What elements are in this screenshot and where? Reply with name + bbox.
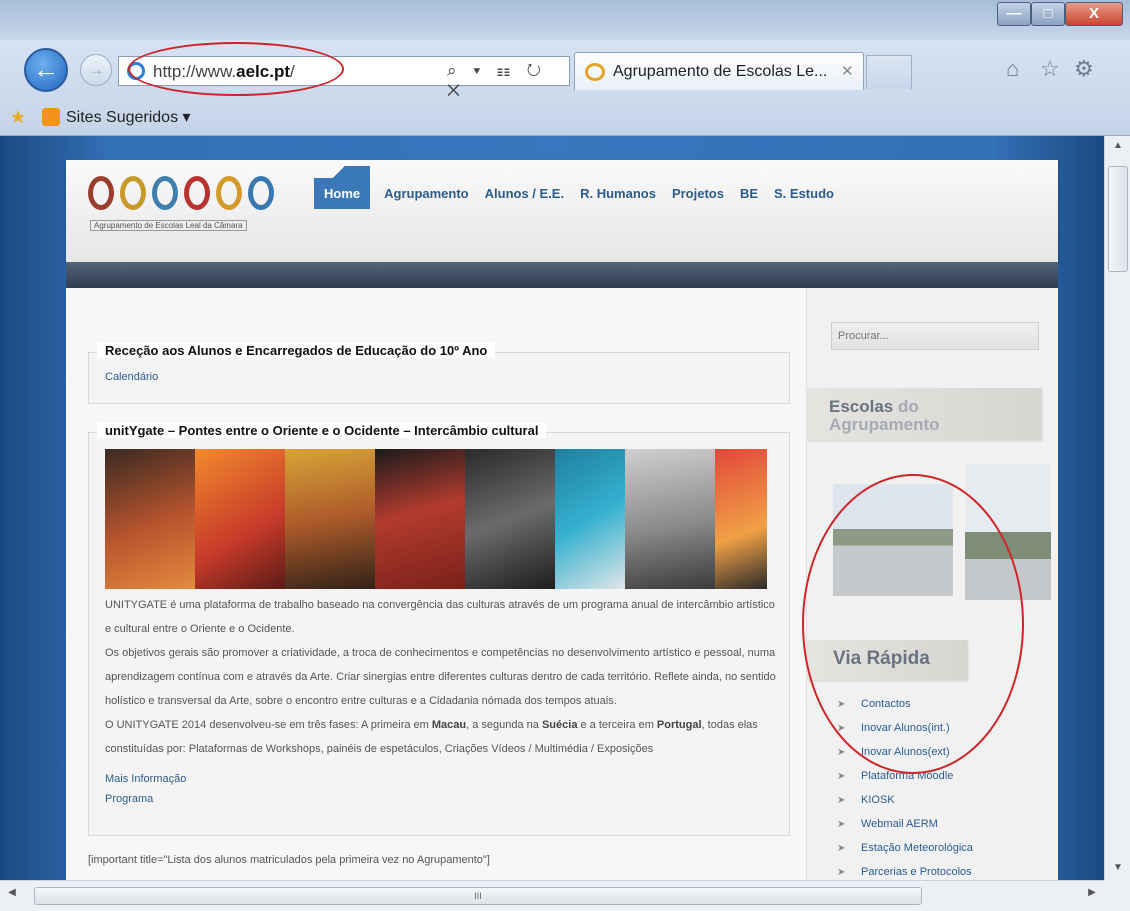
via-rapida-annotation-circle <box>802 474 1024 774</box>
post-rececao: Receção aos Alunos e Encarregados de Edu… <box>88 343 790 404</box>
logo-ring-icon <box>88 176 114 210</box>
maximize-button[interactable]: □ <box>1031 2 1065 26</box>
favorites-bar: ★ Sites Sugeridos ▾ <box>0 98 1130 136</box>
arrow-icon: ➤ <box>837 843 846 854</box>
post-links: Mais Informação Programa <box>105 769 186 809</box>
header-band <box>66 262 1058 288</box>
url-annotation-circle <box>128 42 344 96</box>
arrow-icon: ➤ <box>837 795 846 806</box>
nav-agrupamento[interactable]: Agrupamento <box>384 186 469 201</box>
mais-informacao-link[interactable]: Mais Informação <box>105 769 186 789</box>
post-image <box>105 449 767 589</box>
shortcode-text: [important title="Lista dos alunos matri… <box>88 854 490 866</box>
logo-ring-icon <box>152 176 178 210</box>
back-button[interactable]: ← <box>24 48 68 92</box>
horizontal-scroll-thumb[interactable]: III <box>34 887 922 905</box>
gear-icon[interactable]: ⚙ <box>1074 56 1094 82</box>
vertical-scrollbar[interactable]: ▲ ▼ <box>1104 136 1130 880</box>
vertical-scroll-thumb[interactable] <box>1108 166 1128 272</box>
logo-ring-icon <box>120 176 146 210</box>
post-paragraph: Os objetivos gerais são promover a criat… <box>105 647 776 707</box>
nav-be[interactable]: BE <box>740 186 758 201</box>
post-body: UNITYGATE é uma plataforma de trabalho b… <box>105 593 781 761</box>
quick-link-parcerias[interactable]: ➤ Parcerias e Protocolos <box>837 860 973 880</box>
quick-link-webmail[interactable]: ➤ Webmail AERM <box>837 812 973 836</box>
scroll-right-icon[interactable]: ▶ <box>1080 887 1104 898</box>
suggested-sites-link[interactable]: Sites Sugeridos ▾ <box>66 107 191 127</box>
tab-title: Agrupamento de Escolas Le... <box>613 63 828 80</box>
nav-home[interactable]: Home <box>314 165 371 209</box>
site-header: Agrupamento de Escolas Leal da Câmara Ho… <box>66 160 1058 262</box>
tab-close-icon[interactable]: ✕ <box>841 62 854 80</box>
logo-ring-icon <box>248 176 274 210</box>
home-icon[interactable]: ⌂ <box>1006 56 1019 82</box>
calendario-link[interactable]: Calendário <box>105 371 158 383</box>
scroll-down-icon[interactable]: ▼ <box>1105 858 1130 878</box>
forward-button[interactable]: → <box>80 54 112 86</box>
arrow-icon: ➤ <box>837 867 846 878</box>
close-window-button[interactable]: X <box>1065 2 1123 26</box>
logo-ring-icon <box>216 176 242 210</box>
minimize-button[interactable]: — <box>997 2 1031 26</box>
main-nav: Home Agrupamento Alunos / E.E. R. Humano… <box>314 165 850 209</box>
nav-projetos[interactable]: Projetos <box>672 186 724 201</box>
programa-link[interactable]: Programa <box>105 789 186 809</box>
favorites-star-icon[interactable]: ☆ <box>1040 56 1060 82</box>
search-input[interactable] <box>831 322 1039 350</box>
add-favorite-icon[interactable]: ★ <box>10 107 26 128</box>
post-paragraph: O UNITYGATE 2014 desenvolveu-se em três … <box>105 719 758 755</box>
post-title[interactable]: unitYgate – Pontes entre o Oriente e o O… <box>97 423 547 438</box>
ie-tab-icon <box>585 63 605 81</box>
suggested-sites-icon <box>42 108 60 126</box>
horizontal-scrollbar[interactable]: ◀ III ▶ <box>0 880 1104 911</box>
new-tab-button[interactable] <box>866 55 912 89</box>
address-bar-icons[interactable]: ⌕ ▾ ☷ ↻ ✕ <box>447 61 569 101</box>
quick-link-kiosk[interactable]: ➤ KIOSK <box>837 788 973 812</box>
scroll-left-icon[interactable]: ◀ <box>0 887 24 898</box>
arrow-icon: ➤ <box>837 771 846 782</box>
arrow-icon: ➤ <box>837 819 846 830</box>
post-unitygate: unitYgate – Pontes entre o Oriente e o O… <box>88 423 790 836</box>
post-paragraph: UNITYGATE é uma plataforma de trabalho b… <box>105 599 775 635</box>
nav-sala-estudo[interactable]: S. Estudo <box>774 186 834 201</box>
browser-chrome: — □ X ← → http://www.aelc.pt/ ⌕ ▾ ☷ ↻ ✕ … <box>0 0 1130 136</box>
title-bar: — □ X <box>0 0 1130 40</box>
nav-recursos-humanos[interactable]: R. Humanos <box>580 186 656 201</box>
scrollbar-corner <box>1104 880 1130 911</box>
nav-alunos[interactable]: Alunos / E.E. <box>485 186 564 201</box>
logo-caption: Agrupamento de Escolas Leal da Câmara <box>90 220 247 231</box>
quick-link-meteorologica[interactable]: ➤ Estação Meteorológica <box>837 836 973 860</box>
tab-active[interactable]: Agrupamento de Escolas Le... ✕ <box>574 52 864 90</box>
site-logo[interactable]: Agrupamento de Escolas Leal da Câmara <box>86 172 296 232</box>
escolas-heading: Escolas do Agrupamento <box>807 388 1041 440</box>
post-title[interactable]: Receção aos Alunos e Encarregados de Edu… <box>97 343 496 358</box>
logo-ring-icon <box>184 176 210 210</box>
scroll-up-icon[interactable]: ▲ <box>1105 136 1130 156</box>
